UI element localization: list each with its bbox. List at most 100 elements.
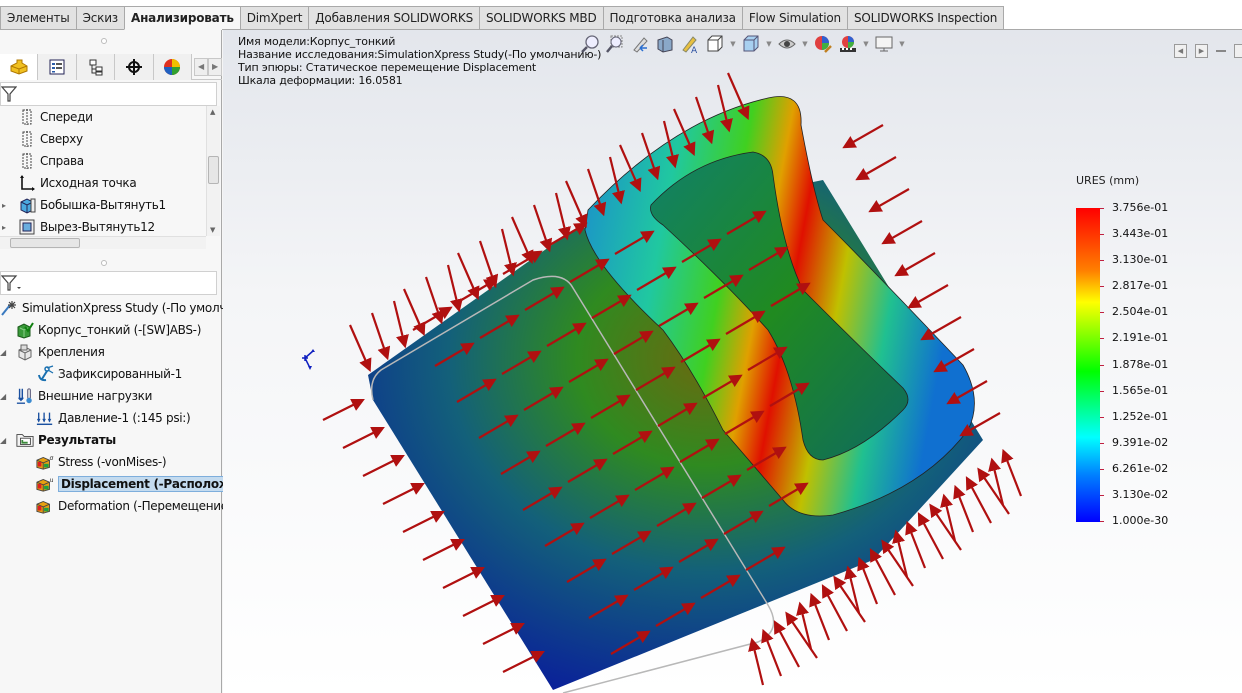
feature-tree-hscroll[interactable]	[0, 236, 206, 249]
simulation-tree-item[interactable]: ◢ Результаты	[0, 429, 222, 451]
display-style-dropdown[interactable]: ▼	[765, 40, 773, 48]
pressure-arrow	[478, 240, 499, 289]
scroll-down-arrow-icon[interactable]: ▼	[210, 226, 215, 234]
tab-4[interactable]: Добавления SOLIDWORKS	[308, 6, 479, 30]
viewport-next-button[interactable]: ▶	[1195, 44, 1208, 58]
tab-3[interactable]: DimXpert	[239, 6, 309, 30]
simulation-tree-item[interactable]: ◢ Крепления	[0, 341, 222, 363]
simulation-tree-item[interactable]: Deformation (-Перемещение	[0, 495, 228, 517]
scroll-right-button[interactable]: ▶	[208, 57, 223, 76]
tab-6[interactable]: Подготовка анализа	[602, 6, 742, 30]
zoom-to-area-button[interactable]	[604, 33, 626, 55]
pressure-arrow	[842, 124, 884, 149]
expand-arrow-icon[interactable]: ◢	[0, 392, 6, 401]
simulation-tree-item[interactable]: σ Stress (-vonMises-)	[0, 451, 222, 473]
edit-appearance-button[interactable]	[812, 33, 834, 55]
simulation-tree-item[interactable]: Зафиксированный-1	[0, 363, 222, 385]
part-material-icon	[16, 321, 34, 339]
pressure-arrow	[342, 427, 385, 449]
tab-display-manager[interactable]	[153, 54, 193, 80]
legend-value-label: 3.756e-01	[1112, 201, 1169, 214]
simulation-tree-item[interactable]: ◢ Внешние нагрузки	[0, 385, 222, 407]
legend-value-label: 3.130e-02	[1112, 487, 1169, 501]
scrollbar-thumb[interactable]	[208, 156, 219, 184]
simulation-tree-filter[interactable]	[0, 271, 217, 295]
feature-tree-vscroll[interactable]: ▲ ▼	[206, 106, 220, 236]
view-settings-button[interactable]	[873, 33, 895, 55]
tab-configuration-manager[interactable]	[76, 54, 116, 80]
scroll-up-arrow-icon[interactable]: ▲	[210, 108, 215, 116]
view-orientation-button[interactable]	[704, 33, 726, 55]
command-manager: Элементы Эскиз Анализировать DimXpert Добавл…	[0, 0, 1242, 30]
tree-item-label: Результаты	[38, 433, 116, 447]
simulation-tree-item[interactable]: Давление-1 (:145 psi:)	[0, 407, 222, 429]
plot-type: Тип эпюры: Статическое перемещение Displ…	[238, 61, 536, 74]
apply-scene-button[interactable]	[837, 33, 859, 55]
viewport-prev-button[interactable]: ◀	[1174, 44, 1187, 58]
feature-tree-item[interactable]: Спереди	[0, 106, 208, 128]
tab-2[interactable]: Анализировать	[123, 6, 240, 30]
tab-1[interactable]: Эскиз	[75, 6, 124, 30]
feature-tree-filter[interactable]	[0, 82, 217, 106]
tab-dimxpert-manager[interactable]	[115, 54, 154, 80]
expand-arrow-icon[interactable]: ◢	[0, 436, 6, 445]
tab-5[interactable]: SOLIDWORKS MBD	[479, 6, 603, 30]
feature-tree-item[interactable]: Сверху	[0, 128, 208, 150]
pressure-arrow	[442, 567, 485, 589]
expand-arrow-icon[interactable]: ◢	[0, 348, 6, 357]
simulation-tree-item[interactable]: Корпус_тонкий (-[SW]ABS-)	[0, 319, 222, 341]
pressure-arrow	[424, 276, 445, 325]
tab-8[interactable]: SOLIDWORKS Inspection	[846, 6, 1005, 30]
configuration-manager-icon	[89, 59, 103, 76]
displacement-plot-icon: u	[36, 475, 54, 493]
hscrollbar-thumb[interactable]	[10, 238, 80, 248]
tree-item-label: Крепления	[38, 345, 105, 359]
minimize-button[interactable]	[1216, 44, 1226, 58]
legend-tick	[1100, 364, 1104, 366]
feature-tree-item[interactable]: ▸ Бобышка-Вытянуть1	[0, 194, 208, 216]
view-orientation-dropdown[interactable]: ▼	[729, 40, 737, 48]
tab-7[interactable]: Flow Simulation	[741, 6, 847, 30]
apply-scene-dropdown[interactable]: ▼	[862, 40, 870, 48]
simulation-study-node[interactable]: SimulationXpress Study (-По умолчан	[0, 297, 241, 319]
pressure-arrow	[857, 556, 879, 605]
svg-text:σ: σ	[50, 455, 54, 462]
hide-show-dropdown[interactable]: ▼	[801, 40, 809, 48]
expand-arrow-icon[interactable]: ▸	[2, 201, 8, 210]
zoom-to-fit-button[interactable]	[579, 33, 601, 55]
hide-show-items-button[interactable]	[776, 33, 798, 55]
section-view-button[interactable]	[654, 33, 676, 55]
manager-tabs: ◀ ▶	[0, 54, 223, 80]
feature-tree-item[interactable]: ▸ Вырез-Вытянуть12	[0, 216, 208, 238]
restore-button[interactable]	[1234, 44, 1242, 58]
tab-0[interactable]: Элементы	[0, 6, 76, 30]
previous-view-icon	[633, 37, 648, 53]
pressure-arrow	[500, 228, 517, 277]
legend-value-label: 1.565e-01	[1112, 383, 1169, 397]
tree-splitter-handle[interactable]	[101, 260, 107, 266]
view-settings-icon	[875, 36, 893, 52]
expand-arrow-icon[interactable]: ▸	[2, 223, 8, 232]
tab-property-manager[interactable]	[38, 54, 77, 80]
plane-icon	[18, 152, 36, 170]
display-style-icon	[743, 35, 759, 52]
graphics-area[interactable]: Имя модели:Корпус_тонкий Название исслед…	[223, 30, 1242, 693]
dynamic-annotation-button[interactable]: A	[679, 33, 701, 55]
pressure-arrow	[855, 156, 897, 181]
scroll-left-button[interactable]: ◀	[194, 57, 209, 76]
display-style-button[interactable]	[740, 33, 762, 55]
tab-feature-manager[interactable]	[0, 54, 39, 80]
deformation-plot-icon	[36, 497, 54, 515]
feature-tree-item[interactable]: Справа	[0, 150, 208, 172]
panel-splitter-handle[interactable]	[101, 38, 107, 44]
simulation-tree-item[interactable]: u Displacement (-Расположен	[0, 473, 250, 495]
pressure-arrow	[748, 637, 765, 686]
previous-view-button[interactable]	[629, 33, 651, 55]
manager-tab-scroll: ◀ ▶	[194, 54, 223, 79]
feature-tree-item[interactable]: Исходная точка	[0, 172, 208, 194]
legend-value-label: 9.391e-02	[1112, 435, 1169, 449]
view-settings-dropdown[interactable]: ▼	[898, 40, 906, 48]
legend-value-label: 1.878e-01	[1112, 357, 1169, 371]
tree-item-label: Зафиксированный-1	[58, 367, 182, 381]
pressure-arrow	[402, 511, 445, 533]
